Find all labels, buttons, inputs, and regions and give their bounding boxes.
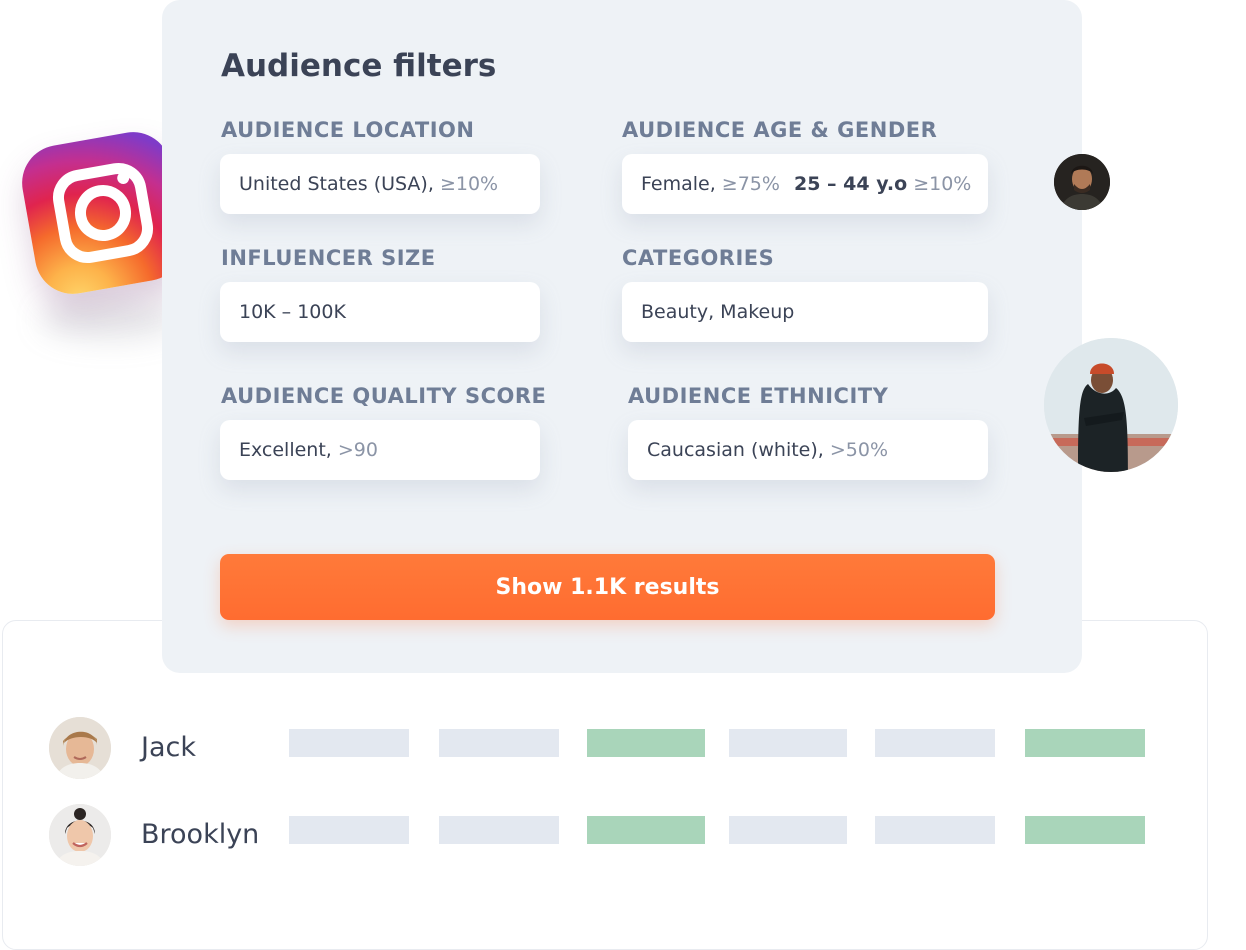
categories-label: CATEGORIES [622,246,775,270]
ethnicity-label: AUDIENCE ETHNICITY [628,384,889,408]
influencer-size-value: 10K – 100K [239,301,346,323]
result-bar [729,729,847,757]
result-bar [439,729,559,757]
quality-score-value: Excellent, [239,439,332,461]
result-bar [587,816,705,844]
age-threshold: ≥10% [913,173,972,195]
result-bar [1025,816,1145,844]
result-row-jack[interactable]: Jack [49,717,1169,781]
avatar-brooklyn [49,804,111,866]
result-bar [1025,729,1145,757]
audience-location-label: AUDIENCE LOCATION [221,118,475,142]
audience-location-field[interactable]: United States (USA), ≥10% [220,154,540,214]
show-results-button[interactable]: Show 1.1K results [220,554,995,620]
quality-score-threshold: >90 [337,439,378,461]
quality-score-field[interactable]: Excellent, >90 [220,420,540,480]
audience-location-threshold: ≥10% [439,173,499,195]
audience-filters-panel: Audience filters AUDIENCE LOCATION Unite… [162,0,1082,673]
avatar-jack [49,717,111,779]
categories-value: Beauty, Makeup [641,301,795,323]
categories-field[interactable]: Beauty, Makeup [622,282,988,342]
influencer-size-field[interactable]: 10K – 100K [220,282,540,342]
row-name: Brooklyn [141,819,260,850]
result-bar [289,816,409,844]
ethnicity-field[interactable]: Caucasian (white), >50% [628,420,988,480]
result-bar [587,729,705,757]
quality-score-label: AUDIENCE QUALITY SCORE [221,384,547,408]
gender-value: Female, [641,173,716,195]
result-bar [439,816,559,844]
influencer-size-label: INFLUENCER SIZE [221,246,436,270]
row-name: Jack [141,732,196,763]
audience-location-value: United States (USA), [239,173,434,195]
result-bar [729,816,847,844]
ethnicity-value: Caucasian (white), [647,439,824,461]
panel-title: Audience filters [221,48,497,84]
result-bar [875,816,995,844]
ethnicity-threshold: >50% [829,439,889,461]
result-bar [875,729,995,757]
age-value: 25 – 44 y.o [794,173,908,195]
gender-threshold: ≥75% [721,173,780,195]
influencer-avatar-small [1054,154,1110,210]
audience-age-gender-field[interactable]: Female, ≥75% 25 – 44 y.o ≥10% [622,154,988,214]
audience-age-gender-label: AUDIENCE AGE & GENDER [622,118,938,142]
influencer-avatar-large [1044,338,1178,472]
result-bar [289,729,409,757]
result-row-brooklyn[interactable]: Brooklyn [49,804,1169,868]
instagram-logo-shadow [40,300,180,340]
